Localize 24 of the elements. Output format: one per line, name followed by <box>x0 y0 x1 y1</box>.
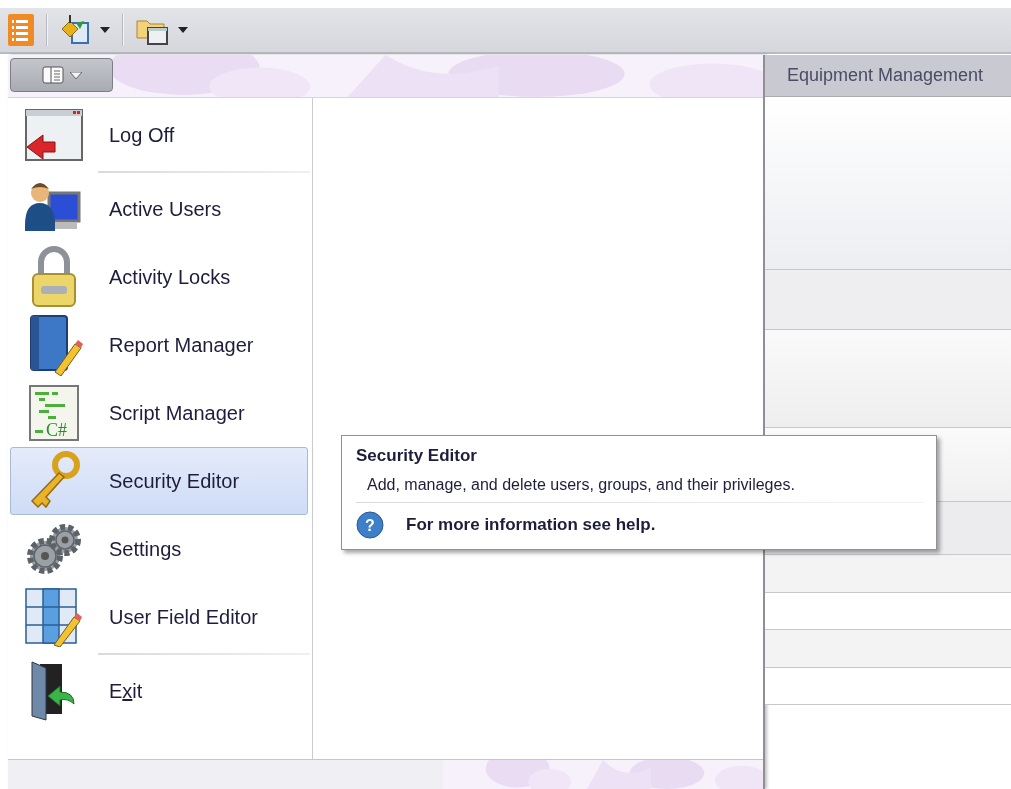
menu-item[interactable]: Activity Locks <box>10 243 308 311</box>
panel-icon[interactable] <box>41 66 64 84</box>
padlock-icon <box>29 246 79 308</box>
menu-item[interactable]: Report Manager <box>10 311 308 379</box>
menu-item[interactable]: C# Script Manager <box>10 379 308 447</box>
tooltip-title: Security Editor <box>356 446 478 466</box>
menu-item[interactable]: Settings <box>10 515 308 583</box>
caret-icon[interactable] <box>100 27 110 33</box>
script-icon-label: C# <box>46 420 67 440</box>
list-icon[interactable] <box>8 14 34 46</box>
help-text: For more information see help. <box>406 515 656 535</box>
help-icon-label: ? <box>365 517 375 534</box>
menu-button[interactable] <box>10 58 113 92</box>
log-off-icon <box>23 107 85 163</box>
menu-item[interactable]: Security Editor <box>10 447 308 515</box>
menu-item[interactable]: Log Off <box>10 101 308 169</box>
grid-pencil-icon <box>24 587 84 647</box>
paint-bucket-icon[interactable] <box>60 15 90 45</box>
tooltip-description: Add, manage, and delete users, groups, and their privileges. <box>367 476 796 494</box>
tab[interactable]: Equipment Management <box>765 55 1011 97</box>
caret-icon[interactable] <box>178 27 188 33</box>
menu-item[interactable]: User Field Editor <box>10 583 308 651</box>
menu-item[interactable]: Exit <box>10 657 308 725</box>
menu-item[interactable]: Active Users <box>10 175 308 243</box>
